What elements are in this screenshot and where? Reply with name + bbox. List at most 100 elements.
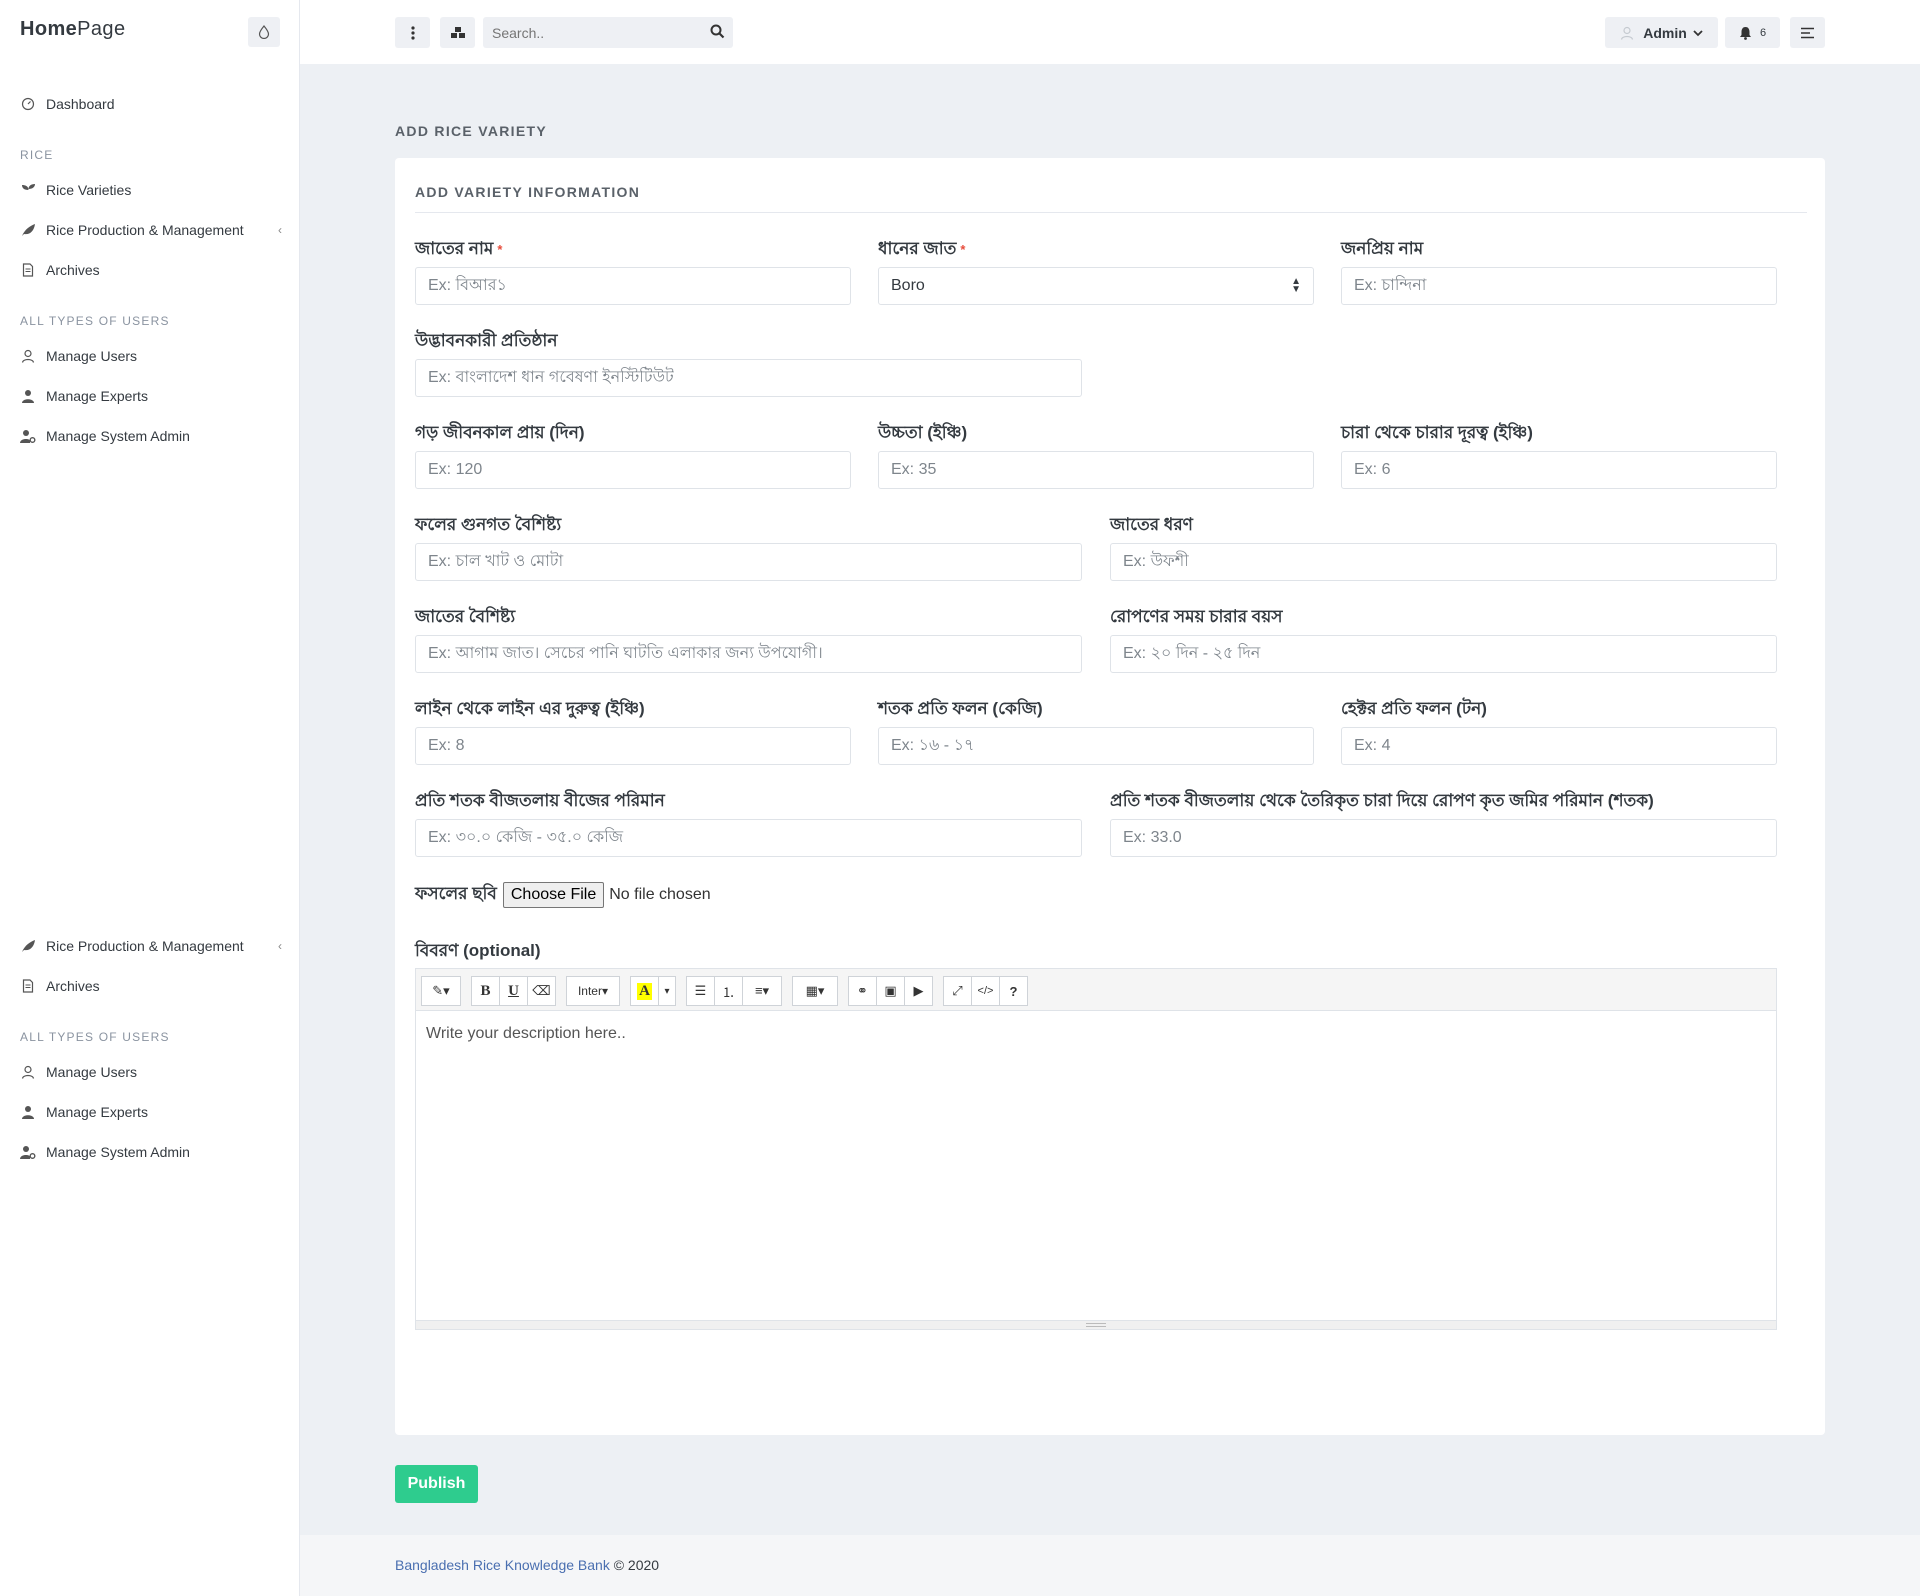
seedling-distance-input[interactable] [1341,451,1777,489]
grain-quality-input[interactable] [415,543,1082,581]
document-icon [20,978,36,994]
numbered-list-button[interactable]: ⒈ [714,976,743,1006]
font-color-button[interactable]: A [630,976,659,1006]
font-color-dropdown[interactable]: ▾ [658,976,676,1006]
sidebar-item-manage-experts-2[interactable]: Manage Experts [20,1102,148,1122]
menu-list-button[interactable] [1790,17,1825,48]
yield-per-shotok-input[interactable] [878,727,1314,765]
variety-feature-input[interactable] [415,635,1082,673]
paddy-type-select[interactable]: Boro ▲ ▼ [878,267,1314,305]
bold-button[interactable]: B [471,976,500,1006]
description-label: বিবরণ (optional) [415,941,541,960]
eraser-icon: ⌫ [532,983,551,998]
user-cog-icon [20,1144,36,1160]
link-button[interactable]: ⚭ [848,976,877,1006]
sidebar-item-manage-users[interactable]: Manage Users [20,346,137,366]
underline-button[interactable]: U [499,976,528,1006]
yield-per-hectare-label: হেক্টর প্রতি ফলন (টন) [1341,699,1487,718]
editor-resize-handle[interactable] [416,1320,1776,1329]
sidebar-item-rice-production-2[interactable]: Rice Production & Management ‹ [20,936,282,956]
sidebar-item-archives-2[interactable]: Archives [20,976,100,996]
search-icon[interactable] [710,24,725,39]
bell-icon [1739,26,1751,40]
paddy-type-label: ধানের জাত * [878,239,966,258]
sidebar-item-dashboard[interactable]: Dashboard [20,94,115,114]
sidebar-item-archives[interactable]: Archives [20,260,100,280]
align-left-icon: ≡▾ [754,983,770,998]
search-input[interactable] [483,17,693,48]
popular-name-label: জনপ্রিয় নাম [1341,239,1424,258]
seed-amount-input[interactable] [415,819,1082,857]
code-icon: </> [977,985,994,997]
leaf-icon [20,222,36,238]
page-title: ADD RICE VARIETY [395,123,547,139]
theme-toggle-button[interactable] [248,17,280,47]
bullet-list-button[interactable]: ☰ [686,976,715,1006]
help-button[interactable]: ? [999,976,1028,1006]
sidebar-item-manage-system-admin[interactable]: Manage System Admin [20,426,190,446]
planted-land-label: প্রতি শতক বীজতলায় থেকে তৈরিকৃত চারা দিয… [1110,791,1654,810]
variety-type-input[interactable] [1110,543,1777,581]
line-distance-label: লাইন থেকে লাইন এর দুরুত্ব (ইঞ্চি) [415,699,645,718]
notification-count: 6 [1759,26,1767,39]
notifications-button[interactable]: 6 [1725,17,1780,48]
lifespan-input[interactable] [415,451,851,489]
lifespan-label: গড় জীবনকাল প্রায় (দিন) [415,423,585,442]
height-input[interactable] [878,451,1314,489]
divider [415,212,1807,213]
code-view-button[interactable]: </> [971,976,1000,1006]
question-icon: ? [1009,983,1018,999]
sidebar-item-manage-system-admin-2[interactable]: Manage System Admin [20,1142,190,1162]
magic-style-button[interactable]: ✎▾ [421,976,461,1006]
seedling-icon [20,182,36,198]
sidebar-item-rice-production[interactable]: Rice Production & Management ‹ [20,220,282,240]
planted-land-input[interactable] [1110,819,1777,857]
picture-button[interactable]: ▣ [876,976,905,1006]
user-cog-icon [20,428,36,444]
admin-menu-button[interactable]: Admin [1605,17,1718,48]
table-icon: ▦▾ [805,983,825,998]
font-family-dropdown[interactable]: Inter ▾ [566,976,620,1006]
droplet-icon [258,25,270,39]
seedling-distance-label: চারা থেকে চারার দূরত্ব (ইঞ্চি) [1341,423,1533,442]
gauge-icon [20,96,36,112]
seedling-age-input[interactable] [1110,635,1777,673]
brand-logo[interactable]: HomePage [20,18,125,41]
video-button[interactable]: ▶ [904,976,933,1006]
variety-type-label: জাতের ধরণ [1110,515,1193,534]
card-title: ADD VARIETY INFORMATION [415,184,641,200]
choose-file-button[interactable]: Choose File [502,882,605,908]
user-icon [20,1064,36,1080]
table-button[interactable]: ▦▾ [792,976,838,1006]
user-tie-icon [20,1104,36,1120]
clear-format-button[interactable]: ⌫ [527,976,556,1006]
document-icon [20,262,36,278]
publish-button[interactable]: Publish [395,1465,478,1503]
editor-toolbar: ✎▾ B U ⌫ Inter ▾ A ▾ ☰ ⒈ ≡▾ ▦▾ ⚭ ▣ ▶ ⤢ </… [416,969,1776,1011]
more-options-button[interactable] [395,17,430,48]
editor-text-area[interactable]: Write your description here.. [416,1011,1776,1321]
sidebar-item-rice-varieties[interactable]: Rice Varieties [20,180,131,200]
paragraph-align-button[interactable]: ≡▾ [742,976,782,1006]
yield-per-hectare-input[interactable] [1341,727,1777,765]
search-box [483,17,733,48]
sidebar: HomePage Dashboard RICE Rice Varieties R… [0,0,300,1596]
user-tie-icon [20,388,36,404]
fullscreen-button[interactable]: ⤢ [943,976,972,1006]
caret-down-icon: ▾ [664,985,670,997]
sidebar-item-manage-experts[interactable]: Manage Experts [20,386,148,406]
line-distance-input[interactable] [415,727,851,765]
inventor-input[interactable] [415,359,1082,397]
popular-name-input[interactable] [1341,267,1777,305]
footer-text: Bangladesh Rice Knowledge Bank © 2020 [395,1557,660,1573]
text-color-icon: A [637,982,652,1000]
bold-icon: B [480,982,491,999]
variety-name-input[interactable] [415,267,851,305]
footer: Bangladesh Rice Knowledge Bank © 2020 [300,1535,1920,1596]
image-icon: ▣ [884,983,897,998]
user-avatar-icon [1621,26,1634,40]
apps-button[interactable] [440,17,475,48]
sidebar-item-manage-users-2[interactable]: Manage Users [20,1062,137,1082]
leaf-icon [20,938,36,954]
footer-link[interactable]: Bangladesh Rice Knowledge Bank [395,1557,610,1573]
